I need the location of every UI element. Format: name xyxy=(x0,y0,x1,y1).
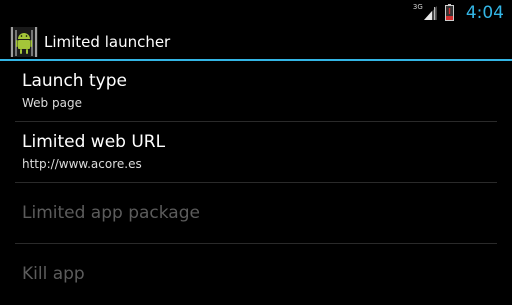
pref-summary: Web page xyxy=(22,96,82,110)
pref-limited-app-package: Limited app package xyxy=(0,183,512,244)
pref-title: Limited web URL xyxy=(22,132,166,152)
action-bar: Limited launcher xyxy=(0,25,512,59)
pref-summary: http://www.acore.es xyxy=(22,157,142,171)
pref-limited-web-url[interactable]: Limited web URL http://www.acore.es xyxy=(0,122,512,183)
pref-title: Limited app package xyxy=(22,203,200,223)
status-indicators: 3G 4:04 xyxy=(413,0,504,25)
clock: 4:04 xyxy=(465,2,504,23)
signal-icon xyxy=(423,5,437,20)
network-type-label: 3G xyxy=(412,3,423,11)
pref-kill-app: Kill app xyxy=(0,244,512,305)
android-app-icon[interactable] xyxy=(10,27,38,57)
pref-title: Launch type xyxy=(22,71,127,91)
battery-low-icon xyxy=(444,4,454,21)
pref-title: Kill app xyxy=(22,264,85,284)
preference-list: Launch type Web page Limited web URL htt… xyxy=(0,61,512,305)
pref-launch-type[interactable]: Launch type Web page xyxy=(0,61,512,122)
action-bar-title: Limited launcher xyxy=(44,33,171,51)
status-bar: 3G 4:04 xyxy=(0,0,512,25)
